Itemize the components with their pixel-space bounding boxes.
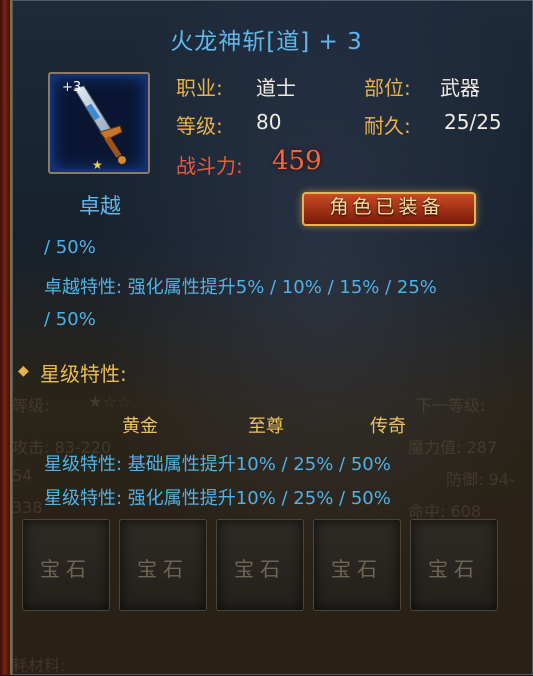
ghost-material: 耗材料: <box>12 656 66 675</box>
gem-slot-4[interactable]: 宝石 <box>313 519 401 611</box>
power-label: 战斗力: <box>176 154 243 178</box>
window-edge-left <box>0 0 12 675</box>
ghost-number-1: 54 <box>12 466 33 485</box>
durability-value: 25/25 <box>444 110 502 134</box>
tier-legend: 传奇 <box>370 416 406 437</box>
class-value: 道士 <box>256 76 296 100</box>
power-value: 459 <box>272 146 322 176</box>
level-label: 等级: <box>176 114 223 138</box>
slot-value: 武器 <box>440 76 480 100</box>
gem-slot-label: 宝石 <box>234 557 286 581</box>
gem-slot-label: 宝石 <box>40 557 92 581</box>
tier-supreme: 至尊 <box>248 416 284 437</box>
enhance-badge: +3 <box>62 80 82 95</box>
excellence-line-1: 卓越特性: 强化属性提升5% / 10% / 15% / 25% <box>44 277 437 298</box>
star-icon: ★ <box>92 158 103 172</box>
ghost-defense: 防御: 94- <box>446 470 515 489</box>
gem-slot-1[interactable]: 宝石 <box>22 519 110 611</box>
star-line-2: 星级特性: 强化属性提升10% / 25% / 50% <box>44 488 391 509</box>
equipped-badge-label: 角色已装备 <box>329 196 445 218</box>
durability-label: 耐久: <box>364 114 411 138</box>
gem-slot-label: 宝石 <box>428 557 480 581</box>
diamond-bullet-icon: ◆ <box>18 363 29 379</box>
class-label: 职业: <box>176 76 223 100</box>
ghost-number-2: 338 <box>12 498 43 517</box>
gem-slot-label: 宝石 <box>331 557 383 581</box>
slot-label: 部位: <box>364 76 411 100</box>
gem-slot-2[interactable]: 宝石 <box>119 519 207 611</box>
excellence-line-0: / 50% <box>44 237 96 258</box>
item-icon-frame[interactable]: +3 ★ <box>48 72 150 174</box>
star-line-1: 星级特性: 基础属性提升10% / 25% / 50% <box>44 454 391 475</box>
equipped-badge: 角色已装备 <box>292 186 482 226</box>
gem-slot-label: 宝石 <box>137 557 189 581</box>
ghost-level-label: 等级: <box>12 396 50 415</box>
tier-gold: 黄金 <box>122 416 158 437</box>
level-value: 80 <box>256 110 282 134</box>
excellence-line-2: / 50% <box>44 309 96 330</box>
item-quality: 卓越 <box>79 194 121 218</box>
star-section-title: 星级特性: <box>40 362 127 386</box>
item-title: 火龙神斩[道] + 3 <box>170 29 363 55</box>
gem-slot-5[interactable]: 宝石 <box>410 519 498 611</box>
ghost-stars-icon: ★☆☆ <box>88 392 132 411</box>
gem-slot-3[interactable]: 宝石 <box>216 519 304 611</box>
